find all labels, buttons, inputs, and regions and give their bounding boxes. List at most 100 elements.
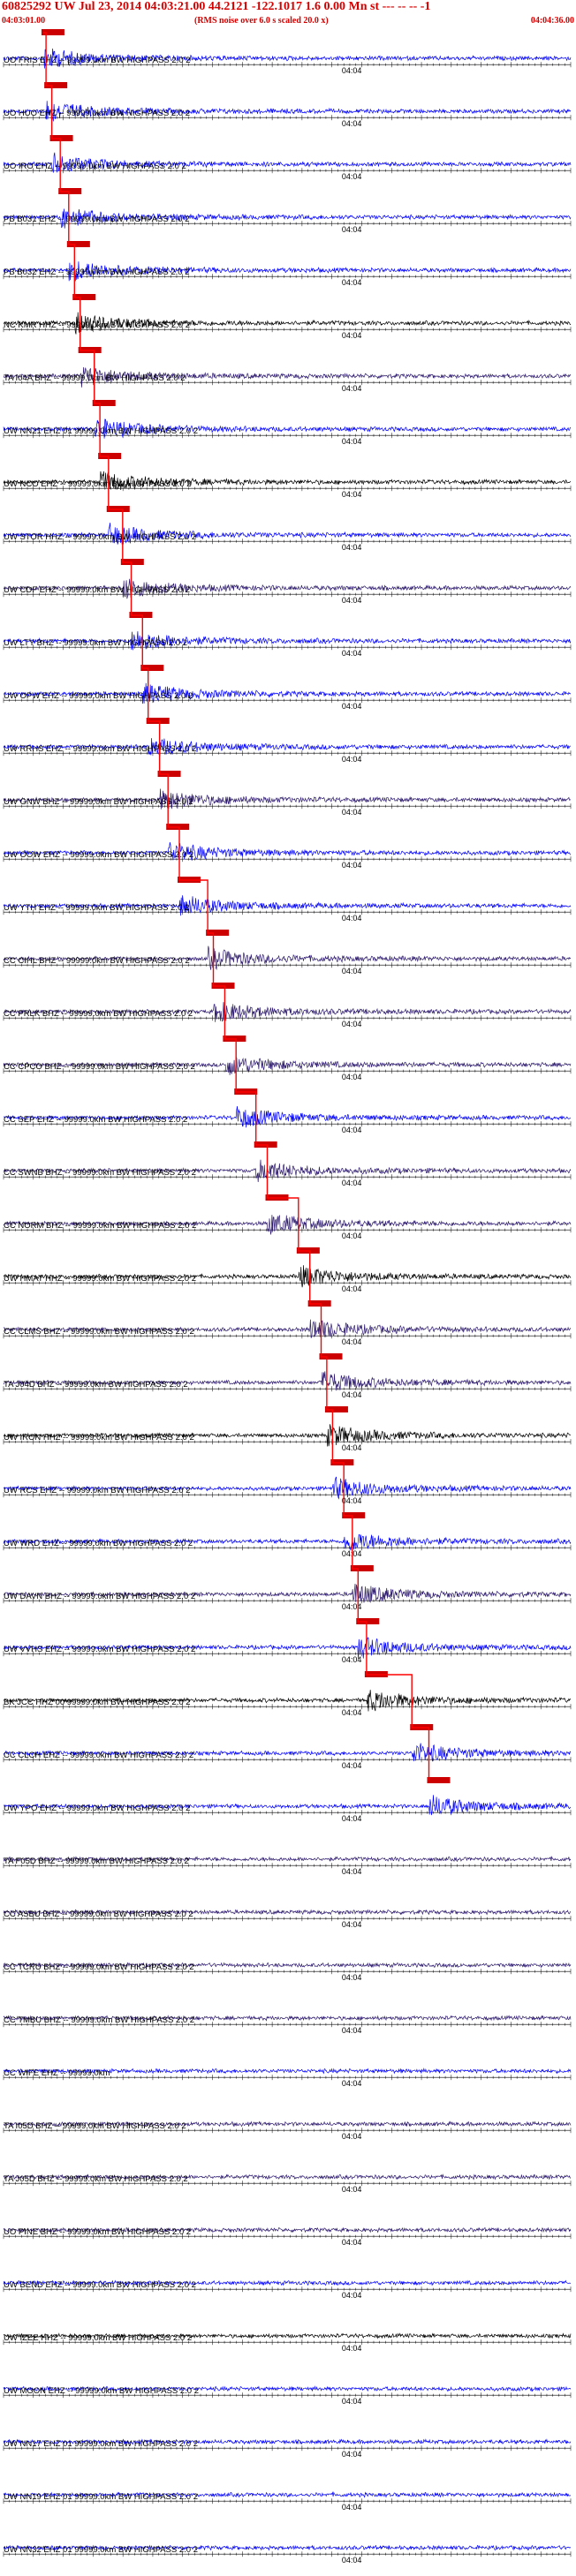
station-label: BK JCC HHZ 00 99999.0km BW HIGHPASS 2.0 … xyxy=(4,1698,191,1707)
station-label: UW NN17 EHZ 01 99999.0km BW HIGHPASS 2.0… xyxy=(4,2439,198,2449)
minute-tick-label: 04:04 xyxy=(342,2450,362,2459)
minute-tick-label: 04:04 xyxy=(342,2291,362,2300)
trace-row: UW GNW BHZ -- 99999.0km BW HIGHPASS 2.0 … xyxy=(3,771,572,817)
trace-row: UW YTH EHZ -- 99999.0km BW HIGHPASS 2.0 … xyxy=(3,877,572,923)
minute-tick-label: 04:04 xyxy=(342,2079,362,2088)
station-label: UW IRON HHZ -- 99999.0km BW HIGHPASS 2.0… xyxy=(4,1433,194,1442)
station-label: UW NCO EHZ -- 99999.0km BW HIGHPASS 2.0 … xyxy=(4,479,192,489)
minute-tick-label: 04:04 xyxy=(342,2185,362,2194)
minute-tick-label: 04:04 xyxy=(342,437,362,446)
trace-row: TA I04A BHZ -- 99999.0km BW HIGHPASS 2.0… xyxy=(3,347,572,393)
trace-row: BK JCC HHZ 00 99999.0km BW HIGHPASS 2.0 … xyxy=(3,1671,572,1717)
station-label: UO PINE BHZ -- 99999.0km BW HIGHPASS 2.0… xyxy=(4,2227,191,2237)
trace-row: UW BEND EHZ -- 99999.0km BW HIGHPASS 2.0… xyxy=(3,2279,572,2300)
minute-tick-label: 04:04 xyxy=(342,861,362,870)
station-label: CC WIFE EHZ -- 99999.0km xyxy=(4,2068,110,2078)
minute-tick-label: 04:04 xyxy=(342,2397,362,2406)
station-label: UW YPO EHZ -- 99999.0km BW HIGHPASS 2.0 … xyxy=(4,1804,190,1813)
trace-row: CC SWNB BHZ -- 99999.0km BW HIGHPASS 2.0… xyxy=(3,1141,572,1187)
minute-tick-label: 04:04 xyxy=(342,1920,362,1929)
minute-tick-label: 04:04 xyxy=(342,649,362,658)
station-label: UW STOR HHZ -- 99999.0km BW HIGHPASS 2.0… xyxy=(4,532,196,542)
trace-row: UO FRIS EHZ -- 99999.0km BW HIGHPASS 2.0… xyxy=(3,29,572,75)
station-label: UO FRIS EHZ -- 99999.0km BW HIGHPASS 2.0… xyxy=(4,56,191,65)
trace-row: UO IRO EHZ -- 99999.0km BW HIGHPASS 2.0 … xyxy=(3,135,572,181)
trace-row: PB B032 EHZ -- 99999.0km BW HIGHPASS 2.0… xyxy=(3,241,572,287)
minute-tick-label: 04:04 xyxy=(342,1443,362,1452)
minute-tick-label: 04:04 xyxy=(342,1126,362,1134)
station-label: UW YTH EHZ -- 99999.0km BW HIGHPASS 2.0 … xyxy=(4,903,189,913)
minute-tick-label: 04:04 xyxy=(342,225,362,234)
minute-tick-label: 04:04 xyxy=(342,1655,362,1664)
station-label: UW NN32 EHZ 01 99999.0km BW HIGHPASS 2.0… xyxy=(4,2545,198,2555)
station-label: UW NN19 EHZ 01 99999.0km BW HIGHPASS 2.0… xyxy=(4,2492,198,2502)
minute-tick-label: 04:04 xyxy=(342,967,362,975)
station-label: UW OPW EHZ -- 99999.0km BW HIGHPASS 2.0 … xyxy=(4,691,193,701)
trace-row: NC KMR HHZ -- 99999.0km BW HIGHPASS 2.0 … xyxy=(3,294,572,340)
trace-row: CC CIHL BHZ -- 99999.0km BW HIGHPASS 2.0… xyxy=(3,930,572,975)
station-label: TA F05D BHZ -- 99999.0km BW HIGHPASS 2.0… xyxy=(4,1857,189,1866)
station-label: CC SWNB BHZ -- 99999.0km BW HIGHPASS 2.0… xyxy=(4,1168,196,1178)
station-label: CC NORM BHZ -- 99999.0km BW HIGHPASS 2.0… xyxy=(4,1221,196,1231)
station-label: PB B031 EHZ -- 99999.0km BW HIGHPASS 2.0… xyxy=(4,215,190,224)
minute-tick-label: 04:04 xyxy=(342,1284,362,1293)
trace-row: UW NN32 EHZ 01 99999.0km BW HIGHPASS 2.0… xyxy=(3,2544,572,2565)
trace-row: UW VVHS EHZ -- 99999.0km BW HIGHPASS 2.0… xyxy=(3,1618,572,1664)
trace-row: CC WIFE EHZ -- 99999.0km 04:04 xyxy=(3,2068,572,2088)
minute-tick-label: 04:04 xyxy=(342,66,362,75)
trace-row: UW OOW EHZ -- 99999.0km BW HIGHPASS 2.0 … xyxy=(3,824,572,870)
minute-tick-label: 04:04 xyxy=(342,2132,362,2141)
minute-tick-label: 04:04 xyxy=(342,755,362,764)
minute-tick-label: 04:04 xyxy=(342,1867,362,1876)
trace-row: UW NCO EHZ -- 99999.0km BW HIGHPASS 2.0 … xyxy=(3,453,572,499)
trace-row: CC CLMS BHZ -- 99999.0km BW HIGHPASS 2.0… xyxy=(3,1300,572,1346)
station-label: CC SEP EHZ -- 99999.0km BW HIGHPASS 2.0 … xyxy=(4,1115,187,1125)
trace-row: UW DAVN BHZ -- 99999.0km BW HIGHPASS 2.0… xyxy=(3,1565,572,1611)
station-label: UW VVHS EHZ -- 99999.0km BW HIGHPASS 2.0… xyxy=(4,1645,195,1654)
trace-row: UW HMAT HHZ -- 99999.0km BW HIGHPASS 2.0… xyxy=(3,1247,572,1293)
trace-row: PB B031 EHZ -- 99999.0km BW HIGHPASS 2.0… xyxy=(3,188,572,234)
trace-row: UW RCS EHZ -- 99999.0km BW HIGHPASS 2.0 … xyxy=(3,1459,572,1505)
end-time-label: 04:04:36.00 xyxy=(530,16,574,26)
minute-tick-label: 04:04 xyxy=(342,1549,362,1558)
trace-row: CC TMBU BHZ -- 99999.0km BW HIGHPASS 2.0… xyxy=(3,2015,572,2035)
minute-tick-label: 04:04 xyxy=(342,331,362,340)
seismogram-plot: UO FRIS EHZ -- 99999.0km BW HIGHPASS 2.0… xyxy=(3,29,572,2565)
trace-row: TA I05D BHZ -- 99999.0km BW HIGHPASS 2.0… xyxy=(3,2120,572,2141)
trace-row: UW MOON EHZ -- 99999.0km BW HIGHPASS 2.0… xyxy=(3,2385,572,2406)
station-label: UW CDF EHZ -- 99999.0km BW HIGHPASS 2.0 … xyxy=(4,585,190,595)
trace-row: CC ASBU BHZ -- 99999.0km BW HIGHPASS 2.0… xyxy=(3,1909,572,1929)
minute-tick-label: 04:04 xyxy=(342,596,362,605)
trace-row: TA J04D BHZ -- 99999.0km BW HIGHPASS 2.0… xyxy=(3,1353,572,1399)
minute-tick-label: 04:04 xyxy=(342,702,362,711)
station-label: UW LTY BHZ -- 99999.0km BW HIGHPASS 2.0 … xyxy=(4,638,187,648)
trace-row: TA J05D BHZ -- 99999.0km BW HIGHPASS 2.0… xyxy=(3,2173,572,2194)
minute-tick-label: 04:04 xyxy=(342,1232,362,1240)
minute-tick-label: 04:04 xyxy=(342,1708,362,1717)
minute-tick-label: 04:04 xyxy=(342,384,362,393)
trace-row: UW YPO EHZ -- 99999.0km BW HIGHPASS 2.0 … xyxy=(3,1777,572,1823)
noise-scale-note: (RMS noise over 6.0 s scaled 20.0 x) xyxy=(194,16,329,26)
station-label: CC TMBU BHZ -- 99999.0km BW HIGHPASS 2.0… xyxy=(4,2015,194,2025)
minute-tick-label: 04:04 xyxy=(342,543,362,552)
station-label: CC CPCO BHZ -- 99999.0km BW HIGHPASS 2.0… xyxy=(4,1062,195,1072)
trace-row: CC CLCH EHZ -- 99999.0km BW HIGHPASS 2.0… xyxy=(3,1724,572,1770)
station-label: UW WRD EHZ -- 99999.0km BW HIGHPASS 2.0 … xyxy=(4,1539,193,1548)
minute-tick-label: 04:04 xyxy=(342,1179,362,1187)
page-title: 60825292 UW Jul 23, 2014 04:03:21.00 44.… xyxy=(2,0,431,13)
station-label: CC CLMS BHZ -- 99999.0km BW HIGHPASS 2.0… xyxy=(4,1327,194,1337)
trace-row: UW RRHS EHZ -- 99999.0km BW HIGHPASS 2.0… xyxy=(3,718,572,764)
station-label: UW GNW BHZ -- 99999.0km BW HIGHPASS 2.0 … xyxy=(4,797,193,807)
station-label: TA J05D BHZ -- 99999.0km BW HIGHPASS 2.0… xyxy=(4,2174,188,2184)
time-range-header: 04:03:01.00 (RMS noise over 6.0 s scaled… xyxy=(0,16,576,28)
trace-row: CC TCRU BHZ -- 99999.0km BW HIGHPASS 2.0… xyxy=(3,1962,572,1982)
trace-row: UW NN17 EHZ 01 99999.0km BW HIGHPASS 2.0… xyxy=(3,2438,572,2459)
minute-tick-label: 04:04 xyxy=(342,1814,362,1823)
station-label: TA I05D BHZ -- 99999.0km BW HIGHPASS 2.0… xyxy=(4,2121,186,2131)
minute-tick-label: 04:04 xyxy=(342,2344,362,2353)
minute-tick-label: 04:04 xyxy=(342,1496,362,1505)
pick-marker xyxy=(427,1777,451,1783)
trace-row: UW IRON HHZ -- 99999.0km BW HIGHPASS 2.0… xyxy=(3,1406,572,1452)
minute-tick-label: 04:04 xyxy=(342,2503,362,2512)
station-label: CC TCRU BHZ -- 99999.0km BW HIGHPASS 2.0… xyxy=(4,1962,194,1972)
